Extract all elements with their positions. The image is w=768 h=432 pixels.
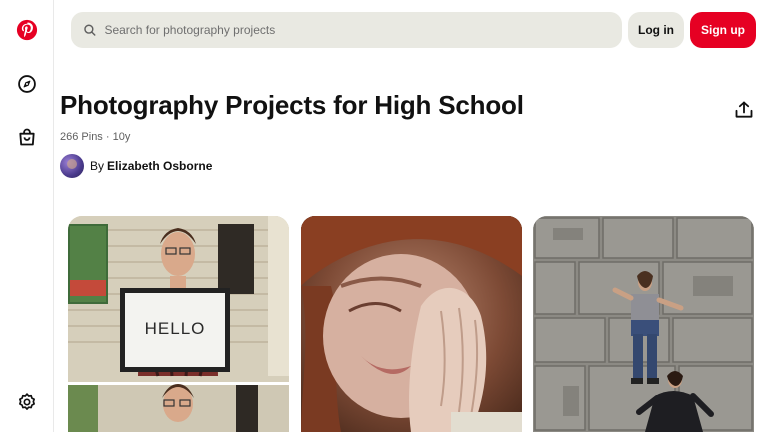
search-bar[interactable] (71, 12, 622, 48)
hand-pressed-face-photo (301, 216, 522, 432)
board-author[interactable]: By Elizabeth Osborne (60, 154, 212, 178)
signup-button[interactable]: Sign up (690, 12, 756, 48)
pin-hello-sign[interactable]: HELLO (68, 216, 289, 432)
hello-sign-photo: HELLO (68, 216, 289, 432)
by-label: By (90, 159, 105, 173)
explore-icon[interactable] (11, 68, 43, 100)
svg-text:HELLO: HELLO (145, 319, 206, 338)
board-title: Photography Projects for High School (60, 90, 524, 120)
pin-hand-pressed-face[interactable] (301, 216, 522, 432)
settings-icon[interactable] (11, 386, 43, 418)
author-name[interactable]: Elizabeth Osborne (107, 159, 212, 173)
share-icon[interactable] (730, 96, 758, 124)
pinterest-logo-icon[interactable] (11, 14, 43, 46)
search-icon (84, 24, 96, 36)
board-meta: 266 Pins · 10y (60, 131, 131, 143)
pin-lying-on-stone-floor[interactable] (533, 216, 754, 432)
login-button[interactable]: Log in (628, 12, 684, 48)
sidebar (0, 0, 54, 432)
lying-on-stone-floor-photo (533, 216, 754, 432)
shop-icon[interactable] (11, 121, 43, 153)
avatar[interactable] (60, 154, 84, 178)
search-input[interactable] (104, 23, 622, 37)
